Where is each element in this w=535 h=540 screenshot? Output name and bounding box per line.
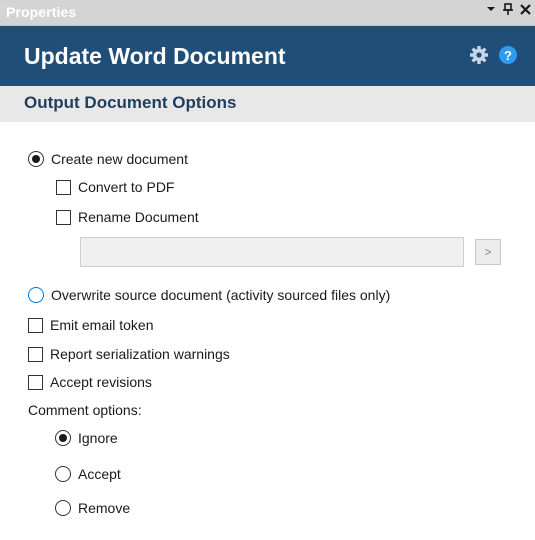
emit-email-token-checkbox[interactable] [28,317,43,333]
close-icon[interactable] [520,3,531,15]
rename-document-checkbox[interactable] [56,209,71,225]
comment-ignore-radio[interactable] [55,430,71,446]
report-serialization-label: Report serialization warnings [50,346,230,362]
panel-title: Properties [6,4,77,20]
report-serialization-option[interactable]: Report serialization warnings [28,344,230,364]
section-title: Output Document Options [24,93,237,112]
dropdown-arrow-icon[interactable] [486,4,496,14]
convert-to-pdf-label: Convert to PDF [78,179,175,195]
rename-document-input[interactable] [80,237,464,267]
overwrite-source-label: Overwrite source document (activity sour… [51,287,391,303]
report-serialization-checkbox[interactable] [28,346,43,362]
comment-remove-option[interactable]: Remove [55,498,130,518]
activity-header: Update Word Document ? [0,26,535,86]
overwrite-source-option[interactable]: Overwrite source document (activity sour… [28,285,390,305]
comment-accept-option[interactable]: Accept [55,464,121,484]
rename-document-option[interactable]: Rename Document [56,207,199,227]
emit-email-token-option[interactable]: Emit email token [28,315,153,335]
comment-options-label: Comment options: [28,402,142,418]
comment-remove-radio[interactable] [55,500,71,516]
comment-remove-label: Remove [78,500,131,516]
panel-controls [486,3,531,15]
create-new-document-radio[interactable] [28,151,44,167]
comment-accept-radio[interactable] [55,466,71,482]
gear-icon[interactable] [469,45,489,65]
help-icon[interactable]: ? [498,45,518,65]
create-new-document-option[interactable]: Create new document [28,149,188,169]
panel-titlebar: Properties [0,0,535,26]
section-header: Output Document Options [0,86,535,122]
create-new-document-label: Create new document [51,151,188,167]
convert-to-pdf-checkbox[interactable] [56,179,71,195]
activity-title: Update Word Document [24,43,286,69]
header-icons: ? [469,45,518,65]
pin-icon[interactable] [503,3,513,15]
overwrite-source-radio[interactable] [28,287,44,303]
emit-email-token-label: Emit email token [50,317,154,333]
help-glyph: ? [504,48,512,63]
comment-ignore-label: Ignore [78,430,118,446]
accept-revisions-label: Accept revisions [50,374,152,390]
convert-to-pdf-option[interactable]: Convert to PDF [56,177,174,197]
comment-ignore-option[interactable]: Ignore [55,428,118,448]
comment-accept-label: Accept [78,466,121,482]
accept-revisions-checkbox[interactable] [28,374,43,390]
rename-document-label: Rename Document [78,209,199,225]
browse-button[interactable]: > [475,239,501,265]
accept-revisions-option[interactable]: Accept revisions [28,372,152,392]
